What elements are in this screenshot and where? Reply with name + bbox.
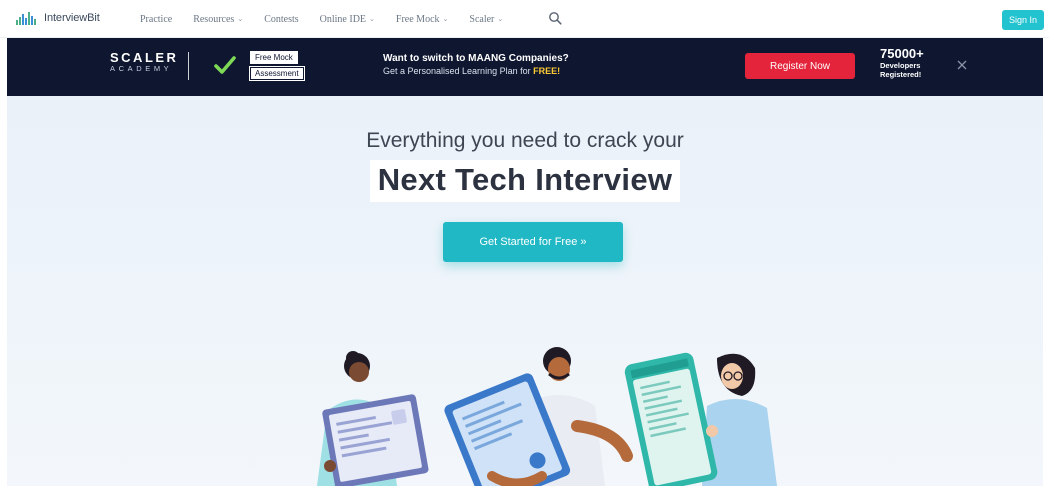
chevron-down-icon: ⌄ <box>369 15 375 23</box>
promo-text: Want to switch to MAANG Companies? Get a… <box>383 52 569 78</box>
nav-item-label: Practice <box>140 13 173 25</box>
hero-subtitle: Everything you need to crack your <box>366 129 684 152</box>
nav-item-label: Resources <box>193 13 235 25</box>
nav-item-free-mock[interactable]: Free Mock ⌄ <box>396 14 448 25</box>
register-now-button[interactable]: Register Now <box>745 53 855 79</box>
close-icon[interactable] <box>955 58 969 72</box>
hero-illustration <box>317 347 777 486</box>
hero-title: Next Tech Interview <box>369 160 681 202</box>
logo-mark-icon <box>16 12 36 25</box>
developers-registered: 75000+ Developers Registered! <box>880 46 924 80</box>
nav-item-label: Online IDE <box>319 13 367 25</box>
logo-text: InterviewBit <box>44 12 100 24</box>
promo-subtitle-text: Get a Personalised Learning Plan for <box>383 66 531 76</box>
promo-free-highlight: FREE! <box>533 66 561 76</box>
get-started-button[interactable]: Get Started for Free » <box>443 222 623 262</box>
nav-item-label: Free Mock <box>395 13 440 25</box>
person-right-illustration <box>624 352 777 486</box>
sign-in-button[interactable]: Sign In <box>1002 10 1044 30</box>
chevron-down-icon: ⌄ <box>237 15 244 23</box>
nav-item-resources[interactable]: Resources ⌄ <box>193 14 243 25</box>
promo-title: Want to switch to MAANG Companies? <box>383 53 569 64</box>
nav-item-contests[interactable]: Contests <box>264 14 298 25</box>
nav-item-online-ide[interactable]: Online IDE ⌄ <box>320 14 375 25</box>
banner-divider <box>188 52 189 80</box>
person-left-illustration <box>317 351 429 486</box>
chevron-down-icon: ⌄ <box>442 15 449 23</box>
nav-item-scaler[interactable]: Scaler ⌄ <box>469 14 503 25</box>
promo-subtitle: Get a Personalised Learning Plan for FRE… <box>383 65 569 78</box>
nav-item-practice[interactable]: Practice <box>140 14 172 25</box>
scaler-brand-sub: ACADEMY <box>110 64 173 73</box>
nav-item-label: Scaler <box>469 13 495 25</box>
developer-label: Developers <box>880 61 921 70</box>
scaler-brand-name: SCALER <box>110 50 179 65</box>
chevron-down-icon: ⌄ <box>497 15 504 23</box>
hero-section: Everything you need to crack your Next T… <box>7 96 1043 486</box>
developer-count: 75000+ <box>880 46 924 61</box>
search-icon[interactable] <box>548 11 562 25</box>
interviewbit-logo[interactable]: InterviewBit <box>14 10 100 26</box>
assessment-tag: Assessment <box>249 66 305 81</box>
scaler-academy-logo[interactable]: SCALER ACADEMY <box>110 51 178 74</box>
free-mock-tag: Free Mock <box>250 51 298 64</box>
registered-label: Registered! <box>880 70 922 79</box>
top-navbar: InterviewBit Practice Resources ⌄ Contes… <box>0 0 1049 38</box>
main-nav: Practice Resources ⌄ Contests Online IDE… <box>140 0 524 38</box>
check-icon <box>214 56 236 74</box>
person-middle-illustration <box>444 347 633 486</box>
nav-item-label: Contests <box>264 13 299 25</box>
scaler-promo-banner: SCALER ACADEMY Free Mock Assessment Want… <box>7 38 1043 96</box>
